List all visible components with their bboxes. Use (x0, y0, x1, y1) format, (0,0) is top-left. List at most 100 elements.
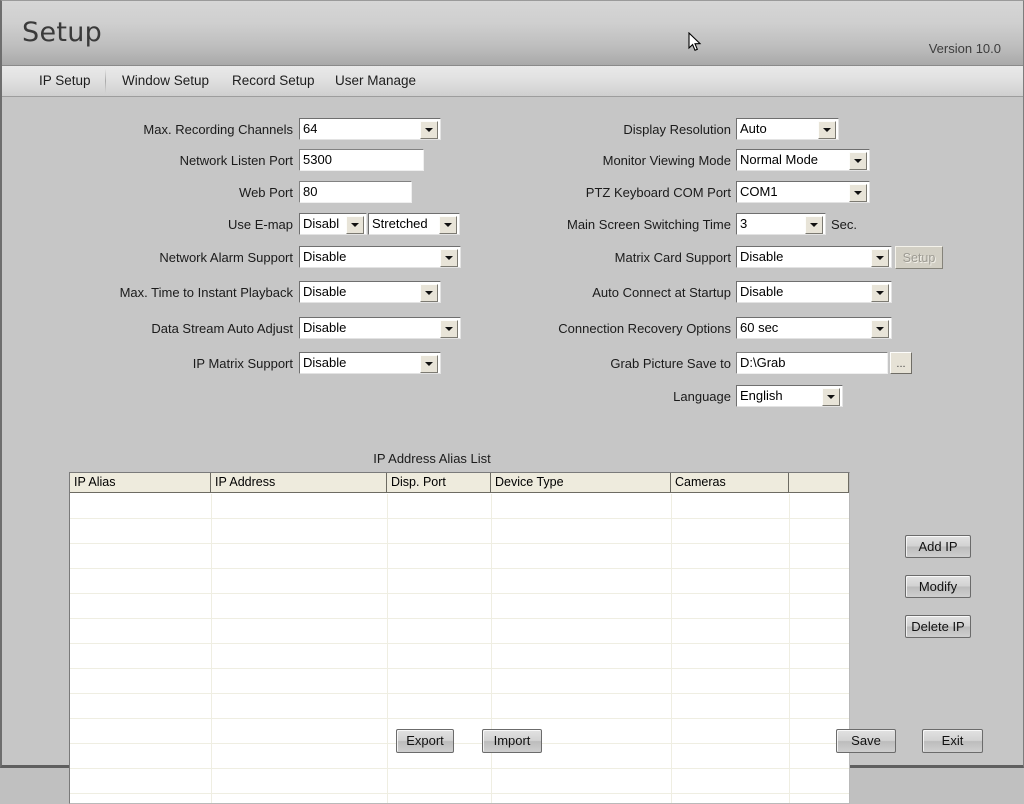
label-monitor-viewing-mode: Monitor Viewing Mode (602, 153, 731, 168)
import-button[interactable]: Import (482, 729, 542, 753)
menu-divider (105, 69, 106, 93)
table-row[interactable] (70, 618, 849, 619)
field-max-recording-channels: Max. Recording Channels (2, 118, 293, 142)
select-data-stream-auto-adjust[interactable]: Disable (299, 317, 461, 339)
chevron-down-icon[interactable] (420, 355, 438, 373)
select-matrix-card-support[interactable]: Disable (736, 246, 892, 268)
table-row[interactable] (70, 693, 849, 694)
select-value: Disable (303, 355, 347, 370)
tab-window-setup[interactable]: Window Setup (112, 66, 219, 96)
label-web-port: Web Port (239, 185, 293, 200)
field-web-port: Web Port (2, 181, 293, 205)
table-row[interactable] (70, 593, 849, 594)
table-column-divider (211, 494, 212, 803)
table-row[interactable] (70, 793, 849, 794)
field-monitor-viewing-mode: Monitor Viewing Mode (442, 149, 731, 173)
label-ptz-keyboard-com-port: PTZ Keyboard COM Port (585, 185, 731, 200)
chevron-down-icon[interactable] (871, 249, 889, 267)
column-header-device-type[interactable]: Device Type (491, 473, 671, 493)
label-network-alarm-support: Network Alarm Support (159, 250, 293, 265)
tab-user-manage[interactable]: User Manage (325, 66, 426, 96)
select-value: Disable (303, 249, 347, 264)
select-use-emap[interactable]: Disabl (299, 213, 367, 235)
modify-button[interactable]: Modify (905, 575, 971, 598)
ip-alias-table[interactable]: IP Alias IP Address Disp. Port Device Ty… (69, 472, 850, 804)
field-network-listen-port: Network Listen Port (2, 149, 293, 173)
content-area: Max. Recording Channels 64 Network Liste… (2, 97, 1023, 804)
select-max-recording-channels[interactable]: 64 (299, 118, 441, 140)
label-language: Language (673, 389, 731, 404)
select-value: 3 (740, 216, 748, 231)
tab-record-setup[interactable]: Record Setup (222, 66, 325, 96)
input-network-listen-port[interactable]: 5300 (299, 149, 424, 171)
table-row[interactable] (70, 643, 849, 644)
chevron-down-icon[interactable] (849, 152, 867, 170)
select-network-alarm-support[interactable]: Disable (299, 246, 461, 268)
exit-button[interactable]: Exit (922, 729, 983, 753)
chevron-down-icon[interactable] (871, 320, 889, 338)
select-value: Disable (740, 284, 784, 299)
column-header-blank[interactable] (789, 473, 849, 493)
chevron-down-icon[interactable] (822, 388, 840, 406)
select-monitor-viewing-mode[interactable]: Normal Mode (736, 149, 870, 171)
input-web-port[interactable]: 80 (299, 181, 412, 203)
table-row[interactable] (70, 718, 849, 719)
chevron-down-icon[interactable] (420, 121, 438, 139)
table-row[interactable] (70, 668, 849, 669)
add-ip-button[interactable]: Add IP (905, 535, 971, 558)
label-grab-picture-save-to: Grab Picture Save to (610, 356, 731, 371)
select-ptz-keyboard-com-port[interactable]: COM1 (736, 181, 870, 203)
chevron-down-icon[interactable] (346, 216, 364, 234)
page-title: Setup (22, 17, 103, 48)
input-value: 5300 (303, 152, 332, 167)
chevron-down-icon[interactable] (871, 284, 889, 302)
select-value: 64 (303, 121, 318, 136)
select-connection-recovery-options[interactable]: 60 sec (736, 317, 892, 339)
browse-folder-button[interactable]: ... (890, 352, 912, 374)
select-value: Disable (303, 284, 347, 299)
field-language: Language (442, 385, 731, 409)
field-grab-picture-save-to: Grab Picture Save to (442, 352, 731, 376)
chevron-down-icon[interactable] (805, 216, 823, 234)
select-display-resolution[interactable]: Auto (736, 118, 839, 140)
table-row[interactable] (70, 568, 849, 569)
table-row[interactable] (70, 768, 849, 769)
table-row[interactable] (70, 518, 849, 519)
input-grab-picture-path[interactable]: D:\Grab (736, 352, 888, 374)
select-value: Stretched (372, 216, 428, 231)
column-header-ip-address[interactable]: IP Address (211, 473, 387, 493)
select-language[interactable]: English (736, 385, 843, 407)
field-main-screen-switching-time: Main Screen Switching Time (442, 213, 731, 237)
tab-ip-setup[interactable]: IP Setup (29, 66, 101, 96)
delete-ip-button[interactable]: Delete IP (905, 615, 971, 638)
label-switching-time-unit: Sec. (831, 217, 858, 232)
select-value: 60 sec (740, 320, 779, 335)
table-column-divider (491, 494, 492, 803)
column-header-ip-alias[interactable]: IP Alias (70, 473, 211, 493)
select-auto-connect-startup[interactable]: Disable (736, 281, 892, 303)
label-auto-connect-startup: Auto Connect at Startup (592, 285, 731, 300)
label-matrix-card-support: Matrix Card Support (614, 250, 731, 265)
export-button[interactable]: Export (396, 729, 454, 753)
chevron-down-icon[interactable] (420, 284, 438, 302)
label-max-time-instant-playback: Max. Time to Instant Playback (119, 285, 293, 300)
label-display-resolution: Display Resolution (623, 122, 731, 137)
table-column-divider (789, 494, 790, 803)
label-network-listen-port: Network Listen Port (179, 153, 293, 168)
column-header-cameras[interactable]: Cameras (671, 473, 789, 493)
save-button[interactable]: Save (836, 729, 896, 753)
column-header-disp-port[interactable]: Disp. Port (387, 473, 491, 493)
table-row[interactable] (70, 543, 849, 544)
label-data-stream-auto-adjust: Data Stream Auto Adjust (151, 321, 293, 336)
list-caption: IP Address Alias List (373, 451, 491, 466)
select-main-screen-switching-time[interactable]: 3 (736, 213, 826, 235)
matrix-setup-button[interactable]: Setup (895, 246, 943, 269)
select-max-time-instant-playback[interactable]: Disable (299, 281, 441, 303)
select-value: Disable (303, 320, 347, 335)
table-row[interactable] (70, 743, 849, 744)
chevron-down-icon[interactable] (849, 184, 867, 202)
chevron-down-icon[interactable] (818, 121, 836, 139)
select-value: Normal Mode (740, 152, 819, 167)
field-max-time-instant-playback: Max. Time to Instant Playback (2, 281, 293, 305)
select-ip-matrix-support[interactable]: Disable (299, 352, 441, 374)
